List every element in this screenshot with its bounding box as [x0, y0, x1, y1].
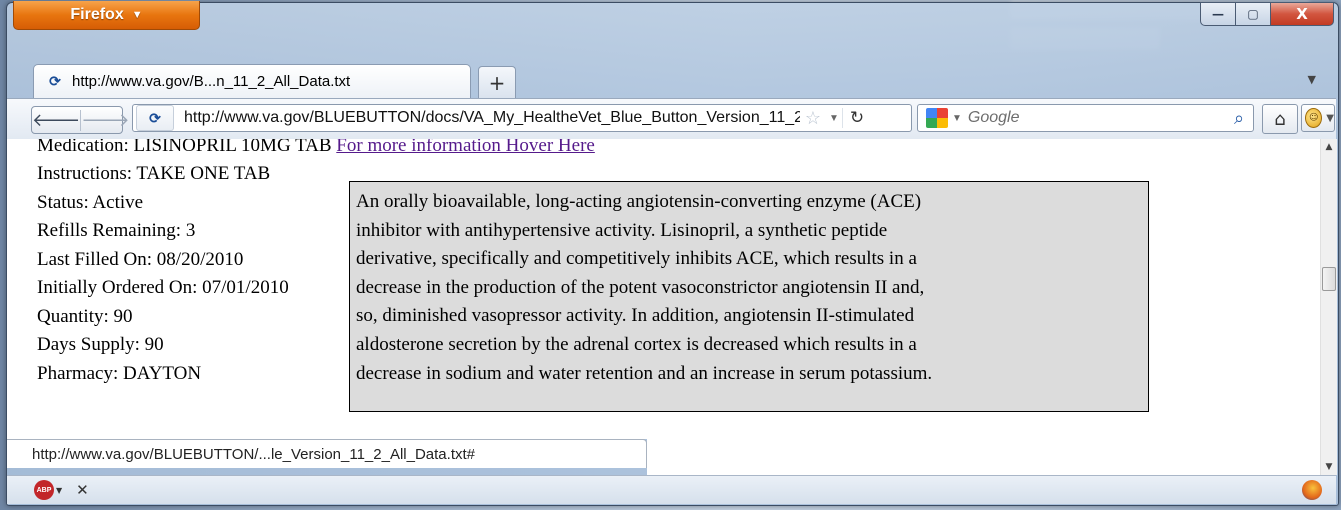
tooltip-line: An orally bioavailable, long-acting angi… [356, 191, 922, 212]
tab-current[interactable]: ⟳ http://www.va.gov/B...n_11_2_All_Data.… [33, 64, 471, 98]
search-bar[interactable]: ▼ Google ⌕ [917, 104, 1254, 132]
chevron-down-icon[interactable]: ▼ [1326, 113, 1334, 124]
forward-button[interactable]: 🡒 [80, 109, 130, 131]
home-button[interactable]: ⌂ [1262, 104, 1298, 134]
site-identity-icon[interactable]: ⟳ [136, 105, 174, 131]
adblock-plus-icon[interactable]: ABP [34, 480, 54, 500]
browser-window: Firefox ▼ — ▢ X ⟳ http://www.va.gov/B...… [6, 1, 1339, 506]
scroll-up-icon[interactable]: ▲ [1321, 139, 1337, 155]
tooltip-line: derivative, specifically and competitive… [356, 248, 917, 270]
close-button[interactable]: X [1271, 2, 1334, 26]
navigation-toolbar: 🡐 🡒 ⟳ http://www.va.gov/BLUEBUTTON/docs/… [7, 98, 1336, 140]
days-supply-line: Days Supply: 90 [37, 334, 164, 355]
tab-title: http://www.va.gov/B...n_11_2_All_Data.tx… [72, 73, 351, 90]
close-addon-bar-icon[interactable]: ✕ [76, 481, 89, 499]
search-engine-dropdown-icon[interactable]: ▼ [952, 113, 962, 124]
scroll-down-icon[interactable]: ▼ [1321, 459, 1337, 475]
status-line: Status: Active [37, 192, 144, 213]
tooltip-line: so, diminished vasopressor activity. In … [356, 305, 915, 327]
reload-icon[interactable]: ↻ [842, 108, 871, 128]
firefox-menu-button[interactable]: Firefox ▼ [13, 1, 200, 30]
maximize-button[interactable]: ▢ [1236, 2, 1271, 26]
medication-line: Medication: LISINOPRIL 10MG TAB For more… [37, 139, 595, 157]
medication-label: Medication: LISINOPRIL 10MG TAB [37, 139, 337, 156]
drug-info-tooltip: An orally bioavailable, long-acting angi… [349, 181, 1149, 412]
address-bar[interactable]: ⟳ http://www.va.gov/BLUEBUTTON/docs/VA_M… [132, 104, 912, 132]
firefox-icon[interactable] [1302, 480, 1322, 500]
instructions-line: Instructions: TAKE ONE TAB [37, 163, 271, 184]
search-icon[interactable]: ⌕ [1225, 108, 1253, 129]
window-controls: — ▢ X [1200, 2, 1334, 28]
tooltip-line: aldosterone secretion by the adrenal cor… [356, 333, 917, 355]
plus-icon: + [488, 71, 506, 95]
search-input[interactable]: Google [968, 109, 1225, 127]
firefox-menu-label: Firefox [70, 6, 124, 23]
tooltip-line: decrease in sodium and water retention a… [356, 362, 933, 384]
tooltip-line: decrease in the production of the potent… [356, 276, 925, 298]
quantity-line: Quantity: 90 [37, 306, 133, 327]
scrollbar-thumb[interactable] [1322, 267, 1336, 291]
add-on-bar: ABP ▼ ✕ [7, 475, 1336, 504]
page-content-bottom [647, 439, 1320, 475]
tooltip-line: inhibitor with antihypertensive activity… [356, 219, 888, 241]
pharmacy-line: Pharmacy: DAYTON [37, 363, 202, 384]
address-input[interactable]: http://www.va.gov/BLUEBUTTON/docs/VA_My_… [184, 109, 800, 127]
new-tab-button[interactable]: + [478, 66, 516, 99]
home-icon: ⌂ [1274, 108, 1286, 130]
bookmark-star-icon[interactable]: ☆ [800, 108, 826, 129]
refills-line: Refills Remaining: 3 [37, 220, 196, 241]
hover-info-link[interactable]: For more information Hover Here [336, 139, 595, 156]
va-logo-icon: ⟳ [49, 73, 61, 89]
close-icon: X [1296, 5, 1308, 23]
minimize-icon: — [1212, 7, 1224, 21]
status-url-tooltip: http://www.va.gov/BLUEBUTTON/...le_Versi… [7, 439, 647, 468]
vertical-scrollbar[interactable]: ▲ ▼ [1320, 139, 1337, 475]
chevron-down-icon: ▼ [131, 9, 143, 21]
last-filled-line: Last Filled On: 08/20/2010 [37, 249, 244, 270]
initially-ordered-line: Initially Ordered On: 07/01/2010 [37, 277, 289, 298]
addon-button[interactable]: ☺ ▼ [1301, 104, 1335, 132]
maximize-icon: ▢ [1247, 7, 1259, 21]
history-dropdown-icon[interactable]: ▼ [826, 113, 842, 124]
back-forward-buttons: 🡐 🡒 [31, 106, 130, 134]
chevron-down-icon[interactable]: ▼ [56, 486, 62, 495]
back-button[interactable]: 🡐 [32, 110, 80, 131]
google-icon[interactable] [926, 108, 948, 128]
minimize-button[interactable]: — [1200, 2, 1236, 26]
smiley-icon: ☺ [1305, 108, 1323, 128]
tab-list-arrow-icon[interactable]: ▼ [1308, 73, 1316, 86]
